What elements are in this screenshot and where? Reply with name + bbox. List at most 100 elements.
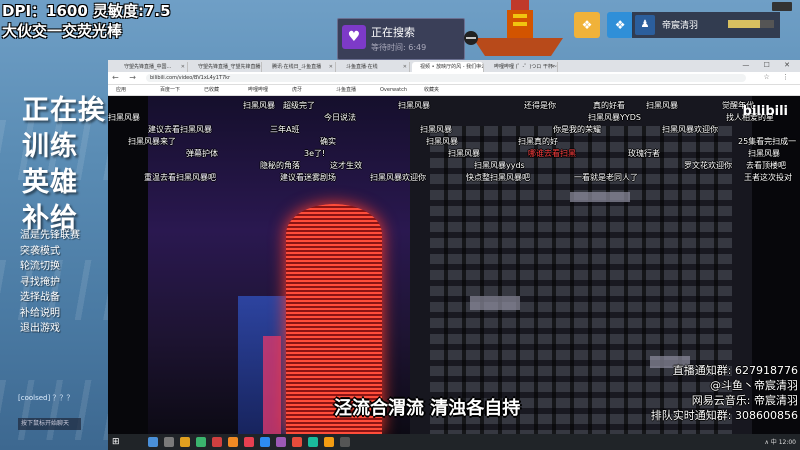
danmaku-comment: 去看顶楼吧 (746, 161, 786, 170)
app-icon[interactable] (244, 437, 254, 447)
level-fill (728, 20, 761, 28)
team-badge-icon[interactable]: ❖ (574, 12, 600, 38)
bookmark-item[interactable]: 应用 (116, 85, 126, 95)
app-icon[interactable] (196, 437, 206, 447)
danmaku-comment: 扫黑真的好 (518, 137, 558, 146)
danmaku-comment: 王者这次投对 (744, 173, 792, 182)
game-chat: [coolsed] ？？？ 按下鼠标开始聊天 (18, 372, 108, 430)
menu-item[interactable]: 补给说明 (20, 306, 104, 322)
system-tray[interactable]: ∧ 中 12:00 (765, 437, 797, 446)
window-control[interactable] (772, 2, 792, 11)
slogan-label: 大伙交一交荧光棒 (2, 22, 123, 40)
stream-info-line: @斗鱼丶帝宸清羽 (710, 379, 798, 392)
app-icon[interactable] (148, 437, 158, 447)
player-card[interactable]: ♟ 帝宸清羽 (632, 12, 780, 38)
big-word: 英雄 (22, 167, 78, 198)
dpi-label: DPI：1600 灵敏度:7.5 (2, 2, 171, 20)
stream-info-line: 网易云音乐: 帝宸清羽 (691, 394, 798, 407)
close-icon[interactable]: ✕ (181, 62, 185, 72)
menu-item[interactable]: 寻找掩护 (20, 275, 104, 291)
bookmark-item[interactable]: 斗鱼直播 (336, 85, 356, 95)
danmaku-comment: 确实 (320, 137, 336, 146)
danmaku-comment: 扫黑风暴 (646, 101, 678, 110)
close-icon[interactable]: ✕ (403, 62, 407, 72)
bookmark-item[interactable]: 百度一下 (160, 85, 180, 95)
danmaku-comment: 扫黑风暴欢迎你 (662, 125, 718, 134)
menu-item[interactable]: 选择战备 (20, 290, 104, 306)
app-icon[interactable] (308, 437, 318, 447)
app-icon[interactable] (228, 437, 238, 447)
danmaku-comment: 扫黑风暴 (420, 125, 452, 134)
tab-strip: — ☐ ✕ 守望先锋直播_中国... ✕ 守望先锋直播_守望先锋直播... ✕ 腾讯·在… (108, 60, 800, 72)
menu-item[interactable]: 轮流切换 (20, 259, 104, 275)
windows-start-icon[interactable]: ⊞ (112, 437, 122, 447)
tab-label: 斗鱼直播·在线 (346, 64, 378, 70)
window-controls[interactable]: — ☐ ✕ (742, 61, 796, 69)
close-icon[interactable]: ✕ (255, 62, 259, 72)
avatar: ♟ (635, 15, 655, 35)
team-badges: ❖ ❖ (574, 12, 635, 38)
menu-item[interactable]: 退出游戏 (20, 321, 104, 337)
close-icon[interactable]: ✕ (551, 62, 555, 72)
bookmark-item[interactable]: Overwatch (380, 85, 407, 95)
browser-tab[interactable]: 哔哩哔哩 (゜-゜)つロ 干杯~ ✕ (486, 62, 558, 72)
danmaku-comment: 扫黑风暴 (426, 137, 458, 146)
app-icon[interactable] (340, 437, 350, 447)
browser-tab[interactable]: 腾讯·在线日_斗鱼直播 ✕ (264, 62, 336, 72)
danmaku-comment: 扫黑风暴yyds (474, 161, 525, 170)
chat-input-bar[interactable]: 按下鼠标开始聊天 (18, 418, 81, 430)
stream-info-line: 排队实时通知群: 308600856 (650, 409, 798, 422)
danmaku-comment: 3e了! (304, 149, 326, 158)
level-bar (728, 20, 774, 28)
stream-info-line: 直播通知群: 627918776 (672, 364, 798, 377)
tab-label: 视频 • 放映厅的风 - 我们中么推... (420, 64, 483, 70)
search-wait-time: 等待时间: 6:49 (371, 43, 427, 52)
player-name: 帝宸清羽 (662, 21, 699, 31)
url-input[interactable]: bilibili.com/video/BV1xL4y1T7kr (146, 74, 746, 82)
app-icon[interactable] (324, 437, 334, 447)
app-icon[interactable] (212, 437, 222, 447)
menu-item[interactable]: 突袭模式 (20, 244, 104, 260)
danmaku-comment: 超级完了 (283, 101, 315, 110)
browser-tab[interactable]: 守望先锋直播_守望先锋直播... ✕ (190, 62, 262, 72)
danmaku-comment: 一看就是老同人了 (574, 173, 638, 182)
menu-item[interactable]: 温是先锋联赛 (20, 228, 104, 244)
tab-label: 腾讯·在线日_斗鱼直播 (272, 64, 322, 70)
danmaku-comment: 建议去看扫黑风暴 (148, 125, 212, 134)
chat-line: [coolsed] ？？？ (18, 394, 74, 402)
danmaku-comment: 这才生效 (330, 161, 362, 170)
close-icon[interactable]: ✕ (329, 62, 333, 72)
bookmark-item[interactable]: 已收藏 (204, 85, 219, 95)
video-subtitle: 泾流合渭流 清浊各自持 (334, 398, 521, 419)
taskbar: ⊞ ∧ 中 12:00 (108, 434, 800, 450)
chat-spacer (18, 372, 108, 394)
big-word: 训练 (22, 131, 78, 162)
browser-tab[interactable]: 视频 • 放映厅的风 - 我们中么推...✕ (412, 62, 484, 72)
app-icon[interactable] (164, 437, 174, 447)
heart-icon: ♥ (342, 25, 366, 49)
video-player[interactable]: 扫黑风暴 超级完了 扫黑风暴 还得是你 真的好看 扫黑风暴 觉醒年代 扫黑风暴 今日说法 扫黑风暴… (108, 96, 800, 434)
game-menu: 温是先锋联赛 突袭模式 轮流切换 寻找掩护 选择战备 补给说明 退出游戏 (20, 228, 104, 337)
browser-tab[interactable]: 守望先锋直播_中国... ✕ (116, 62, 188, 72)
bookmark-item[interactable]: 虎牙 (292, 85, 302, 95)
danmaku-comment: 建议看迷雾剧场 (280, 173, 336, 182)
app-icon[interactable] (260, 437, 270, 447)
danmaku-comment: 隐秘的角落 (260, 161, 300, 170)
bookmark-item[interactable]: 收藏夹 (424, 85, 439, 95)
app-icon[interactable] (180, 437, 190, 447)
browser-tab[interactable]: 斗鱼直播·在线 ✕ (338, 62, 410, 72)
toolbar-icons[interactable]: ☆ ⋮ (763, 73, 794, 81)
bookmark-item[interactable]: 哔哩哔哩 (248, 85, 268, 95)
bookmarks-bar: 应用 百度一下 已收藏 哔哩哔哩 虎牙 斗鱼直播 Overwatch 收藏夹 (108, 85, 800, 96)
danmaku-comment: 扫黑风暴来了 (128, 137, 176, 146)
close-icon[interactable]: ✕ (477, 62, 481, 72)
danmaku-comment: 重温去看扫黑风暴吧 (144, 173, 216, 182)
danmaku-comment: 扫黑风暴 (108, 113, 140, 122)
bilibili-logo: bilibili (742, 104, 788, 119)
app-icon[interactable] (276, 437, 286, 447)
tab-label: 哔哩哔哩 (゜-゜)つロ 干杯~ (494, 64, 558, 70)
app-icon[interactable] (292, 437, 302, 447)
danmaku-comment: 你是我的荣耀 (553, 125, 601, 134)
team-badge-icon[interactable]: ❖ (607, 12, 634, 38)
building (263, 336, 281, 434)
